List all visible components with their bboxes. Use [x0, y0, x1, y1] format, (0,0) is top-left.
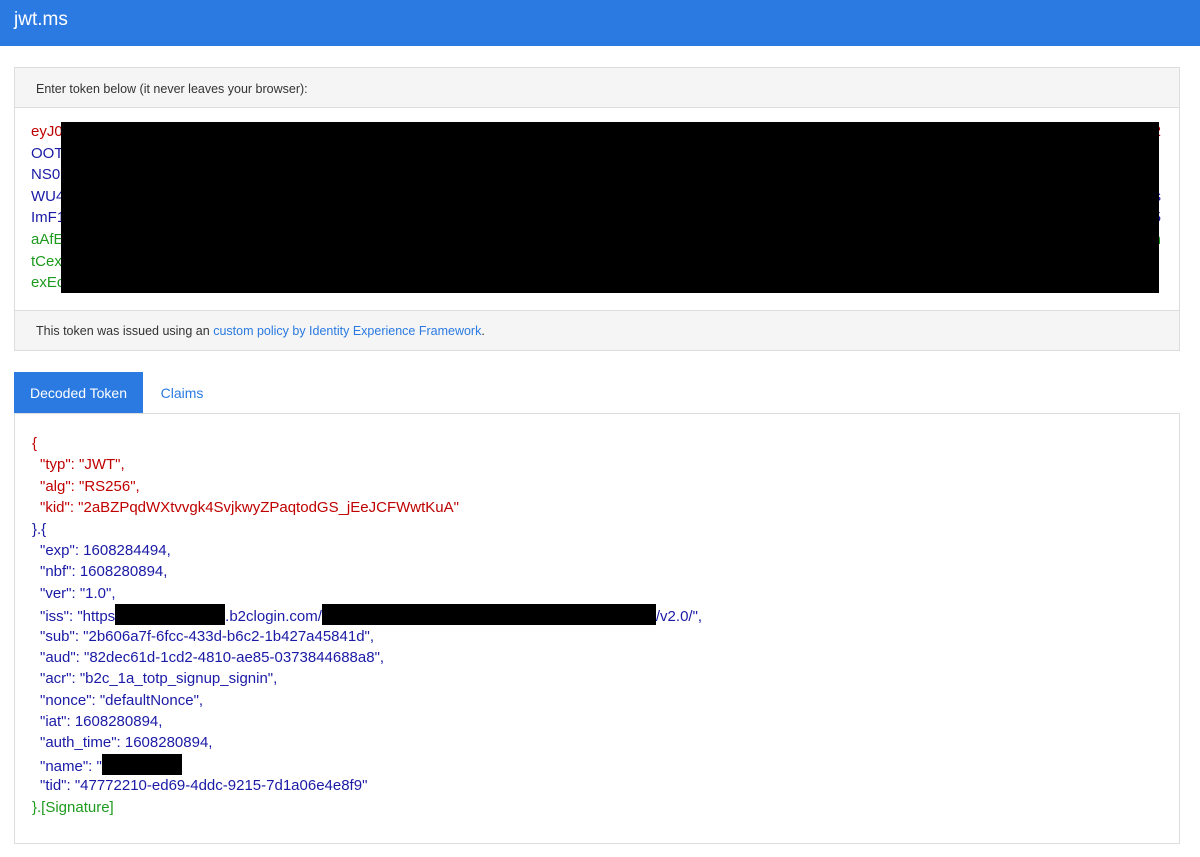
payload-claim-nonce: "nonce": "defaultNonce",	[40, 691, 204, 709]
token-line-start: tCex	[31, 252, 62, 270]
payload-claim-iat: "iat": 1608280894,	[40, 713, 163, 731]
decoded-token-view: { "typ": "JWT", "alg": "RS256", "kid": "…	[14, 413, 1180, 844]
tab-claims[interactable]: Claims	[143, 372, 221, 413]
iss-tenant-id-redaction	[321, 604, 656, 626]
payload-open-brace: }.{	[32, 520, 47, 538]
iss-middle: .b2clogin.com/	[225, 608, 322, 626]
token-redaction	[61, 122, 1159, 293]
payload-claim-tid: "tid": "47772210-ed69-4ddc-9215-7d1a06e4…	[40, 777, 368, 795]
name-redaction	[101, 753, 182, 775]
token-line-start: OOT	[31, 144, 64, 162]
token-line-start: NS0	[31, 166, 61, 184]
token-line-start: eyJ0	[31, 123, 63, 140]
name-prefix: "name": "	[40, 757, 102, 775]
payload-claim-sub: "sub": "2b606a7f-6fcc-433d-b6c2-1b427a45…	[40, 627, 375, 645]
token-line-start: aAfE	[31, 230, 64, 248]
header-open-brace: {	[32, 435, 38, 452]
token-line-start: exEc	[31, 274, 65, 292]
iss-prefix: "iss": "https	[40, 608, 116, 626]
issuer-note-prefix: This token was issued using an	[36, 324, 214, 338]
token-panel: Enter token below (it never leaves your …	[14, 67, 1180, 351]
header-claim-alg: "alg": "RS256",	[40, 477, 140, 495]
payload-claim-ver: "ver": "1.0",	[40, 584, 116, 602]
header-claim-typ: "typ": "JWT",	[40, 456, 125, 474]
iss-tenant-redaction	[115, 604, 226, 626]
signature-line: }.[Signature]	[32, 798, 114, 816]
payload-claim-name: "name": "	[32, 753, 1179, 775]
iss-suffix: /v2.0/",	[655, 608, 703, 626]
tab-decoded-token[interactable]: Decoded Token	[14, 372, 143, 413]
payload-claim-aud: "aud": "82dec61d-1cd2-4810-ae85-03738446…	[40, 648, 385, 666]
header-claim-kid: "kid": "2aBZPqdWXtvvgk4SvjkwyZPaqtodGS_j…	[40, 499, 459, 517]
payload-claim-auth-time: "auth_time": 1608280894,	[40, 734, 213, 752]
payload-claim-nbf: "nbf": 1608280894,	[40, 563, 168, 581]
token-panel-header: Enter token below (it never leaves your …	[15, 68, 1179, 108]
token-line-start: WU4	[31, 187, 65, 205]
token-input[interactable]: eyJ02OOTNS0WU4sImF15aAfEntCexexEc	[15, 108, 1179, 310]
payload-claim-iss: "iss": "https .b2clogin.com/ /v2.0/",	[32, 604, 1179, 626]
issuer-note-suffix: .	[481, 324, 485, 338]
top-bar: jwt.ms	[0, 0, 1200, 46]
app-title[interactable]: jwt.ms	[14, 9, 68, 31]
token-issuer-note: This token was issued using an custom po…	[15, 310, 1179, 350]
custom-policy-link[interactable]: custom policy by Identity Experience Fra…	[213, 324, 481, 338]
payload-claim-exp: "exp": 1608284494,	[40, 541, 171, 559]
payload-claim-acr: "acr": "b2c_1a_totp_signup_signin",	[40, 670, 278, 688]
